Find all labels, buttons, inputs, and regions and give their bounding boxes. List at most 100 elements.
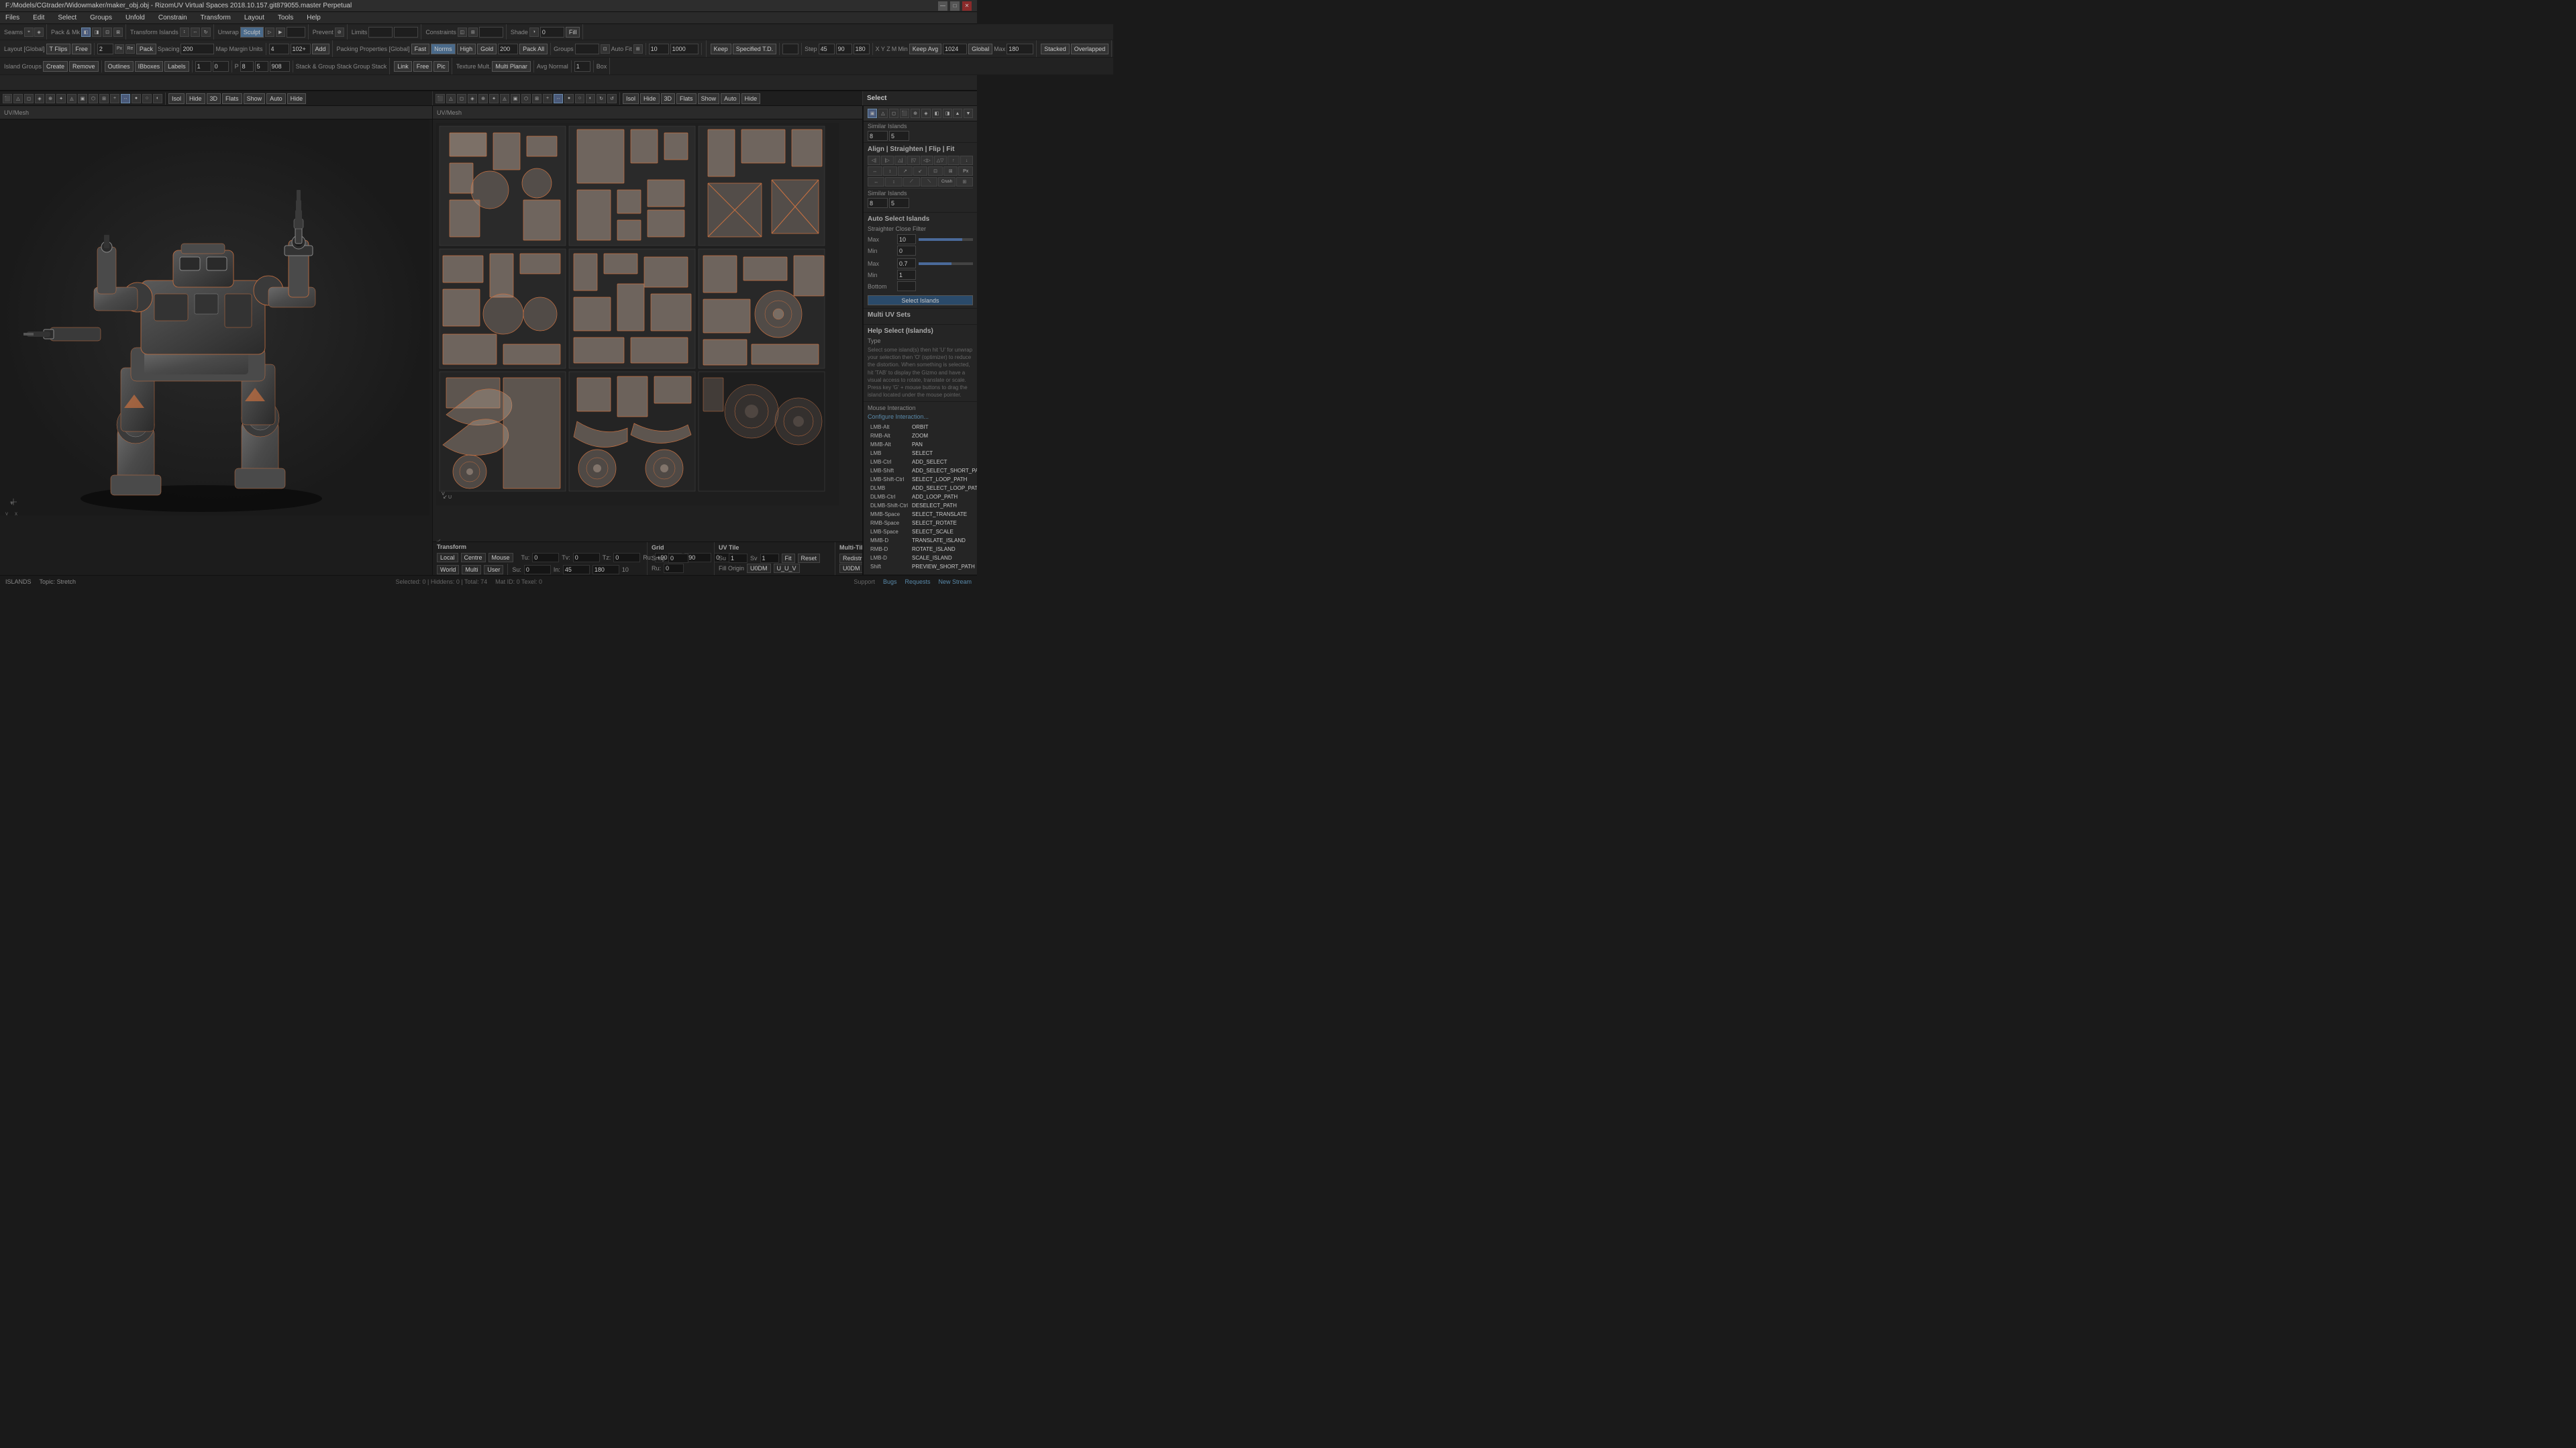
ti-btn-1[interactable]: ↕ <box>180 28 189 37</box>
step-90[interactable] <box>836 44 852 54</box>
max-val[interactable] <box>1007 44 1033 54</box>
pic-btn[interactable]: Pic <box>433 61 449 72</box>
free2-btn[interactable]: Free <box>413 61 433 72</box>
3d-icon-15[interactable]: ◐ <box>153 94 162 103</box>
uv-icon-15[interactable]: ◐ <box>586 94 595 103</box>
uodm-btn[interactable]: U0DM <box>747 564 771 573</box>
align-10[interactable]: ↕ <box>883 166 898 176</box>
flats-uv-btn[interactable]: Flats <box>676 93 697 104</box>
menu-constrain[interactable]: Constrain <box>156 14 190 21</box>
menu-edit[interactable]: Edit <box>30 14 47 21</box>
step-off[interactable] <box>819 44 835 54</box>
align-11[interactable]: ↗ <box>898 166 913 176</box>
uv-icon-3[interactable]: ◻ <box>457 94 466 103</box>
menu-select[interactable]: Select <box>55 14 79 21</box>
ig-val-2[interactable] <box>213 61 229 72</box>
spacing-input[interactable] <box>181 44 214 54</box>
align-top[interactable]: △| <box>894 156 907 165</box>
pack-val-1[interactable] <box>649 44 669 54</box>
filter-s2-input[interactable] <box>889 131 909 141</box>
unwrap-input[interactable] <box>287 27 305 38</box>
maximize-button[interactable]: □ <box>950 1 960 11</box>
sel-icon-1[interactable]: ▣ <box>868 109 877 118</box>
3d-icon-13[interactable]: ● <box>132 94 141 103</box>
redistribute-btn[interactable]: Redistribute <box>839 554 863 563</box>
align-diag2[interactable]: ⟍ <box>921 177 937 187</box>
menu-groups[interactable]: Groups <box>87 14 115 21</box>
align-13[interactable]: ⊡ <box>928 166 943 176</box>
pack-all-btn[interactable]: Pack All <box>519 44 548 54</box>
seam-icon-1[interactable]: ⌖ <box>24 28 34 37</box>
3d-icon-6[interactable]: ✦ <box>56 94 66 103</box>
fit-align-btn[interactable]: ⊞ <box>956 177 973 187</box>
from-input[interactable] <box>593 565 619 574</box>
uv-icon-8[interactable]: ▣ <box>511 94 520 103</box>
local-btn[interactable]: Local <box>437 553 458 562</box>
uv-icon-7[interactable]: ◬ <box>500 94 509 103</box>
min2-as-input[interactable] <box>897 270 916 280</box>
align-bottom[interactable]: |▽ <box>907 156 920 165</box>
auto-btn[interactable]: Auto <box>266 93 286 104</box>
pack-btn[interactable]: Pack <box>136 44 156 54</box>
global-btn[interactable]: Global <box>968 44 992 54</box>
menu-unfold[interactable]: Unfold <box>123 14 148 21</box>
requests-label[interactable]: Requests <box>905 578 930 585</box>
re-icon[interactable]: Re <box>125 44 135 54</box>
sel-icon-4[interactable]: ⬛ <box>900 109 909 118</box>
tz-input[interactable] <box>613 553 640 562</box>
select-islands-btn[interactable]: Select Islands <box>868 295 973 305</box>
new-stream-label[interactable]: New Stream <box>938 578 972 585</box>
f-val[interactable] <box>782 44 798 54</box>
gold-val[interactable] <box>498 44 518 54</box>
align-left[interactable]: ◁| <box>868 156 880 165</box>
3d-icon-11[interactable]: + <box>110 94 119 103</box>
outlines-btn[interactable]: Outlines <box>105 61 134 72</box>
3d-icon-4[interactable]: ◈ <box>35 94 44 103</box>
down-arrow-icon[interactable]: ▼ <box>964 109 973 118</box>
step-180[interactable] <box>854 44 870 54</box>
uv-icon-10[interactable]: ⊞ <box>532 94 542 103</box>
uv-icon-2[interactable]: △ <box>446 94 456 103</box>
uv-icon-5[interactable]: ⊕ <box>478 94 488 103</box>
minimize-button[interactable]: — <box>938 1 947 11</box>
up-arrow-icon[interactable]: ▲ <box>953 109 962 118</box>
gold-btn[interactable]: Gold <box>477 44 497 54</box>
groups-input[interactable] <box>575 44 599 54</box>
3d-icon-2[interactable]: △ <box>13 94 23 103</box>
layout-val-4[interactable] <box>269 44 289 54</box>
sv-uv[interactable] <box>760 554 779 563</box>
3d-icon-14[interactable]: ○ <box>142 94 152 103</box>
uv-icon-17[interactable]: ↺ <box>607 94 617 103</box>
tv-input[interactable] <box>573 553 600 562</box>
sel-icon-8[interactable]: ◨ <box>943 109 952 118</box>
configure-interaction-link[interactable]: Configure Interaction... <box>868 413 973 420</box>
bugs-label[interactable]: Bugs <box>883 578 897 585</box>
align-12[interactable]: ↙ <box>913 166 928 176</box>
hide2-btn[interactable]: Hide <box>287 93 307 104</box>
max2-as-input[interactable] <box>897 258 916 268</box>
hide2-uv-btn[interactable]: Hide <box>741 93 761 104</box>
pack-btn-4[interactable]: ⊠ <box>113 28 123 37</box>
auto-fit-icon[interactable]: ⊞ <box>633 44 643 54</box>
shade-val[interactable] <box>540 27 564 38</box>
sculpt-button[interactable]: Sculpt <box>240 27 264 38</box>
centre-btn[interactable]: Centre <box>461 553 486 562</box>
ti-btn-2[interactable]: ↔ <box>191 28 200 37</box>
world-btn[interactable]: World <box>437 565 459 574</box>
3d-icon-10[interactable]: ⊞ <box>99 94 109 103</box>
uv-icon-16[interactable]: ↻ <box>597 94 606 103</box>
overlapped-btn[interactable]: Overlapped <box>1071 44 1109 54</box>
limits-input[interactable] <box>368 27 393 38</box>
menu-help[interactable]: Help <box>304 14 323 21</box>
su-input[interactable] <box>524 565 551 574</box>
layout-val-1[interactable] <box>97 44 113 54</box>
layout-icon[interactable]: ⊡ <box>601 44 610 54</box>
uv-icon-11[interactable]: + <box>543 94 552 103</box>
align-9[interactable]: ↔ <box>868 166 882 176</box>
align-right[interactable]: |▷ <box>881 156 894 165</box>
p-val[interactable] <box>240 61 254 72</box>
s-val[interactable] <box>255 61 268 72</box>
s-val2[interactable] <box>270 61 290 72</box>
3d-icon-8[interactable]: ▣ <box>78 94 87 103</box>
isol-btn[interactable]: Isol <box>168 93 185 104</box>
